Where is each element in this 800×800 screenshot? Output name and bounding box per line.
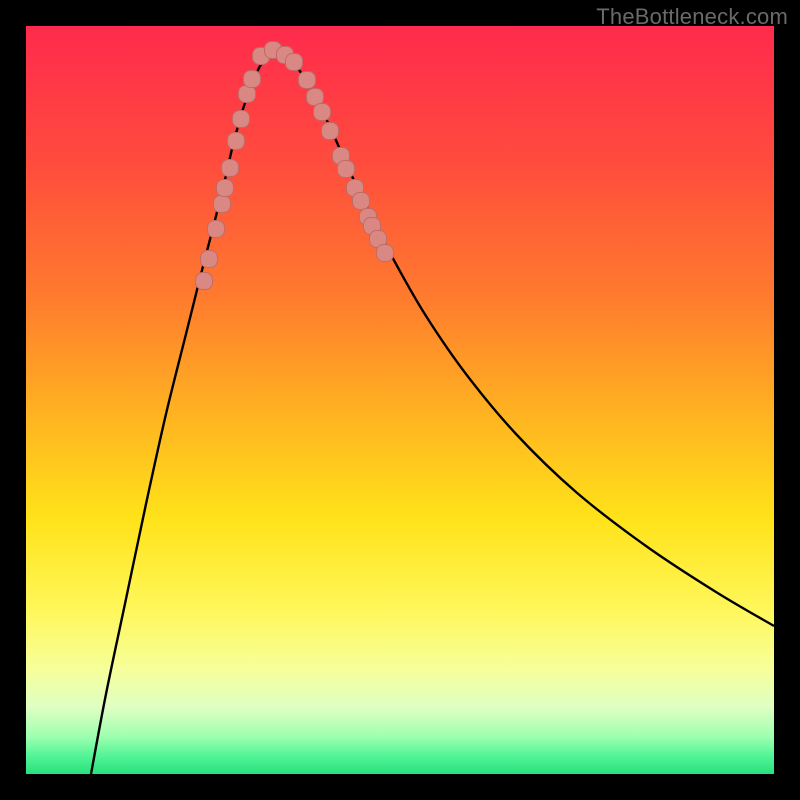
- data-marker: [228, 133, 245, 150]
- data-marker: [233, 111, 250, 128]
- data-marker: [201, 251, 218, 268]
- data-marker: [222, 160, 239, 177]
- data-marker: [214, 196, 231, 213]
- data-marker: [196, 273, 213, 290]
- data-marker: [217, 180, 234, 197]
- data-marker: [299, 72, 316, 89]
- data-marker: [322, 123, 339, 140]
- curve-right: [271, 48, 774, 626]
- data-marker: [286, 54, 303, 71]
- plot-area: [26, 26, 774, 774]
- marker-group: [196, 42, 394, 290]
- curve-left: [91, 48, 271, 774]
- data-marker: [314, 104, 331, 121]
- data-marker: [338, 161, 355, 178]
- curve-layer: [26, 26, 774, 774]
- data-marker: [307, 89, 324, 106]
- data-marker: [208, 221, 225, 238]
- data-marker: [377, 245, 394, 262]
- data-marker: [353, 193, 370, 210]
- data-marker: [239, 86, 256, 103]
- data-marker: [244, 71, 261, 88]
